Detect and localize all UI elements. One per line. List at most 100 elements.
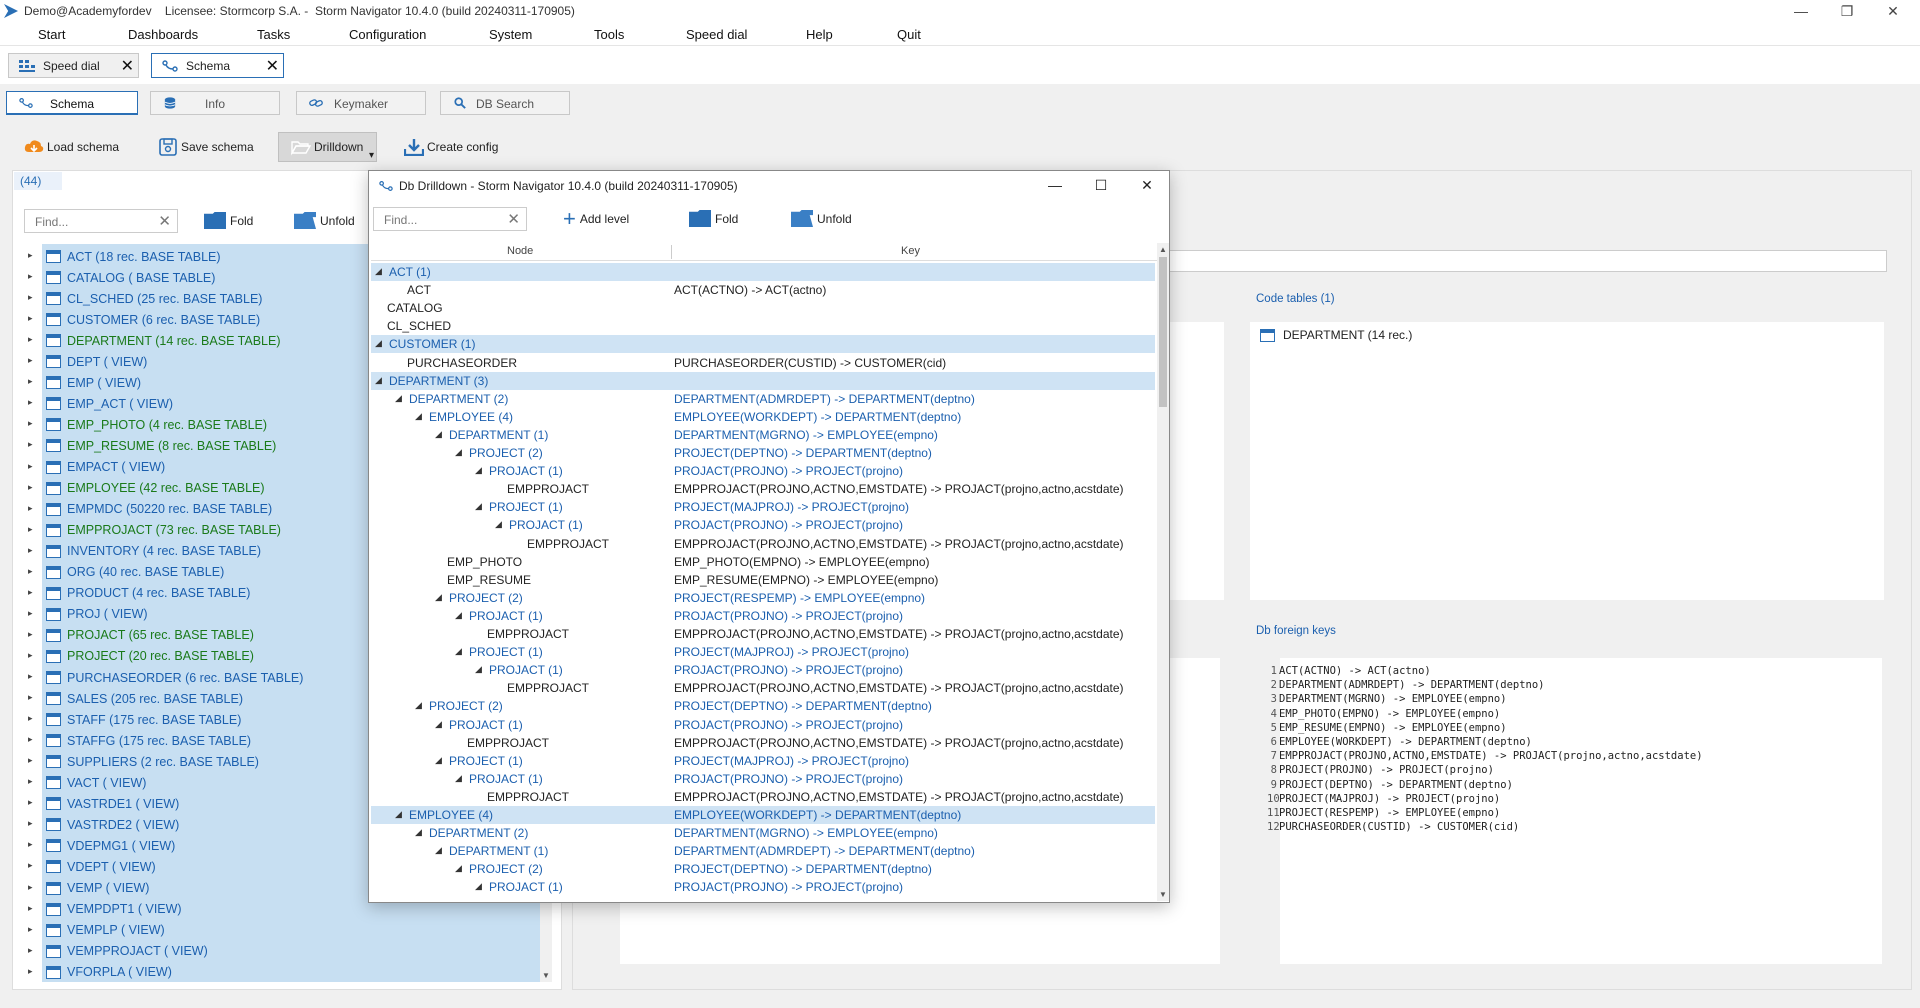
expand-arrow-icon[interactable]: ▸ — [28, 882, 33, 893]
dialog-maximize-button[interactable]: ☐ — [1081, 177, 1121, 194]
expand-arrow-icon[interactable]: ▸ — [28, 397, 33, 408]
tree-row[interactable]: ◢ DEPARTMENT (2) DEPARTMENT(MGRNO) -> EMPL… — [371, 824, 1155, 842]
expand-arrow-icon[interactable]: ▸ — [28, 524, 33, 535]
expand-arrow-icon[interactable]: ▸ — [28, 587, 33, 598]
expand-arrow-icon[interactable]: ▸ — [28, 818, 33, 829]
expand-arrow-icon[interactable]: ▸ — [28, 608, 33, 619]
expand-arrow-icon[interactable]: ▸ — [28, 692, 33, 703]
menu-system[interactable]: System — [489, 27, 532, 42]
menu-configuration[interactable]: Configuration — [349, 27, 426, 42]
expand-arrow-icon[interactable]: ▸ — [28, 924, 33, 935]
column-key[interactable]: Key — [901, 245, 920, 257]
expand-arrow-icon[interactable]: ▸ — [28, 355, 33, 366]
expand-arrow-icon[interactable]: ▸ — [28, 334, 33, 345]
drilldown-button[interactable]: Drilldown ▾ — [278, 132, 377, 162]
tree-row[interactable]: ◢ PROJACT (1) PROJACT(PROJNO) -> PROJECT(p… — [371, 516, 1155, 534]
tree-row[interactable]: EMPPROJACT EMPPROJACT(PROJNO,ACTNO,EMSTDA… — [371, 480, 1155, 498]
scroll-up-icon[interactable]: ▲ — [1159, 245, 1167, 254]
expand-arrow-icon[interactable]: ▸ — [28, 292, 33, 303]
tree-row[interactable]: CL_SCHED — [371, 317, 1155, 335]
expand-arrow-icon[interactable]: ▸ — [28, 734, 33, 745]
tree-row[interactable]: PURCHASEORDER PURCHASEORDER(CUSTID) -> CU… — [371, 354, 1155, 372]
collapse-arrow-icon[interactable]: ◢ — [375, 338, 382, 349]
tree-row[interactable]: EMPPROJACT EMPPROJACT(PROJNO,ACTNO,EMSTDA… — [371, 535, 1155, 553]
collapse-arrow-icon[interactable]: ◢ — [475, 465, 482, 476]
collapse-arrow-icon[interactable]: ◢ — [435, 719, 442, 730]
collapse-arrow-icon[interactable]: ◢ — [435, 429, 442, 440]
code-table-item[interactable]: DEPARTMENT (14 rec.) — [1260, 328, 1412, 342]
tab-schema[interactable]: Schema ✕ — [151, 53, 284, 78]
expand-arrow-icon[interactable]: ▸ — [28, 313, 33, 324]
menu-speed-dial[interactable]: Speed dial — [686, 27, 747, 42]
tree-row[interactable]: ◢ PROJACT (1) PROJACT(PROJNO) -> PROJECT(p… — [371, 661, 1155, 679]
scroll-down-icon[interactable]: ▼ — [542, 971, 550, 980]
dialog-unfold-button[interactable]: Unfold — [791, 210, 852, 227]
menu-dashboards[interactable]: Dashboards — [128, 27, 198, 42]
tree-row[interactable]: EMPPROJACT EMPPROJACT(PROJNO,ACTNO,EMSTDA… — [371, 625, 1155, 643]
tree-row[interactable]: ◢ PROJECT (1) PROJECT(MAJPROJ) -> PROJECT(… — [371, 752, 1155, 770]
expand-arrow-icon[interactable]: ▸ — [28, 903, 33, 914]
column-separator[interactable] — [671, 245, 672, 259]
tree-row[interactable]: ◢ PROJACT (1) PROJACT(PROJNO) -> PROJECT(p… — [371, 462, 1155, 480]
scroll-down-icon[interactable]: ▼ — [1159, 890, 1167, 899]
expand-arrow-icon[interactable]: ▸ — [28, 776, 33, 787]
expand-arrow-icon[interactable]: ▸ — [28, 418, 33, 429]
collapse-arrow-icon[interactable]: ◢ — [475, 881, 482, 892]
expand-arrow-icon[interactable]: ▸ — [28, 250, 33, 261]
tree-row[interactable]: EMP_RESUME EMP_RESUME(EMPNO) -> EMPLOYEE(… — [371, 571, 1155, 589]
collapse-arrow-icon[interactable]: ◢ — [395, 809, 402, 820]
menu-tasks[interactable]: Tasks — [257, 27, 290, 42]
tree-row[interactable]: ◢ PROJECT (2) PROJECT(DEPTNO) -> DEPARTMEN… — [371, 860, 1155, 878]
tree-row[interactable]: ◢ EMPLOYEE (4) EMPLOYEE(WORKDEPT) -> DEPAR… — [371, 806, 1155, 824]
expand-arrow-icon[interactable]: ▸ — [28, 650, 33, 661]
tree-row[interactable]: EMPPROJACT EMPPROJACT(PROJNO,ACTNO,EMSTDA… — [371, 679, 1155, 697]
table-row[interactable]: VEMPPROJACT ( VIEW) — [42, 941, 540, 962]
collapse-arrow-icon[interactable]: ◢ — [415, 827, 422, 838]
collapse-arrow-icon[interactable]: ◢ — [455, 447, 462, 458]
tree-row[interactable]: ◢ PROJECT (1) PROJECT(MAJPROJ) -> PROJECT(… — [371, 643, 1155, 661]
close-icon[interactable]: ✕ — [121, 56, 134, 76]
tree-row[interactable]: ◢ DEPARTMENT (1) DEPARTMENT(ADMRDEPT) -> D… — [371, 842, 1155, 860]
tree-row[interactable]: ◢ PROJECT (1) PROJECT(MAJPROJ) -> PROJECT(… — [371, 498, 1155, 516]
menu-help[interactable]: Help — [806, 27, 833, 42]
dialog-minimize-button[interactable]: — — [1035, 177, 1075, 193]
menu-start[interactable]: Start — [38, 27, 65, 42]
expand-arrow-icon[interactable]: ▸ — [28, 545, 33, 556]
collapse-arrow-icon[interactable]: ◢ — [435, 592, 442, 603]
tree-row[interactable]: ◢ PROJECT (2) PROJECT(RESPEMP) -> EMPLOYEE… — [371, 589, 1155, 607]
tree-row[interactable]: EMPPROJACT EMPPROJACT(PROJNO,ACTNO,EMSTDA… — [371, 734, 1155, 752]
tree-row[interactable]: ◢ PROJACT (1) PROJACT(PROJNO) -> PROJECT(p… — [371, 607, 1155, 625]
collapse-arrow-icon[interactable]: ◢ — [455, 773, 462, 784]
tree-row[interactable]: ACT ACT(ACTNO) -> ACT(actno) — [371, 281, 1155, 299]
load-schema-button[interactable]: Load schema — [24, 132, 119, 162]
expand-arrow-icon[interactable]: ▸ — [28, 713, 33, 724]
tab-speed-dial[interactable]: Speed dial ✕ — [8, 53, 139, 78]
collapse-arrow-icon[interactable]: ◢ — [475, 664, 482, 675]
close-button[interactable]: ✕ — [1870, 0, 1916, 22]
collapse-arrow-icon[interactable]: ◢ — [395, 393, 402, 404]
expand-arrow-icon[interactable]: ▸ — [28, 482, 33, 493]
tree-row[interactable]: ◢ PROJACT (1) PROJACT(PROJNO) -> PROJECT(p… — [371, 770, 1155, 788]
tree-row[interactable]: ◢ DEPARTMENT (2) DEPARTMENT(ADMRDEPT) -> D… — [371, 390, 1155, 408]
table-row[interactable]: VFORPLA ( VIEW) — [42, 962, 540, 982]
tree-row[interactable]: ◢ EMPLOYEE (4) EMPLOYEE(WORKDEPT) -> DEPAR… — [371, 408, 1155, 426]
expand-arrow-icon[interactable]: ▸ — [28, 439, 33, 450]
drilldown-dropdown-icon[interactable]: ▾ — [369, 150, 374, 161]
tab-view-schema[interactable]: Schema — [6, 91, 138, 115]
collapse-arrow-icon[interactable]: ◢ — [435, 845, 442, 856]
fold-button[interactable]: Fold — [204, 212, 253, 229]
expand-arrow-icon[interactable]: ▸ — [28, 755, 33, 766]
collapse-arrow-icon[interactable]: ◢ — [475, 501, 482, 512]
tree-scrollbar[interactable]: ▲ ▼ — [1157, 243, 1169, 901]
tree-row[interactable]: ◢ PROJECT (2) PROJECT(DEPTNO) -> DEPARTMEN… — [371, 697, 1155, 715]
collapse-arrow-icon[interactable]: ◢ — [415, 411, 422, 422]
column-node[interactable]: Node — [507, 245, 533, 257]
collapse-arrow-icon[interactable]: ◢ — [495, 519, 502, 530]
expand-arrow-icon[interactable]: ▸ — [28, 945, 33, 956]
expand-arrow-icon[interactable]: ▸ — [28, 671, 33, 682]
unfold-button[interactable]: Unfold — [294, 212, 355, 229]
maximize-button[interactable]: ❐ — [1824, 0, 1870, 22]
collapse-arrow-icon[interactable]: ◢ — [455, 610, 462, 621]
collapse-arrow-icon[interactable]: ◢ — [375, 266, 382, 277]
tree-row[interactable]: EMP_PHOTO EMP_PHOTO(EMPNO) -> EMPLOYEE(em… — [371, 553, 1155, 571]
